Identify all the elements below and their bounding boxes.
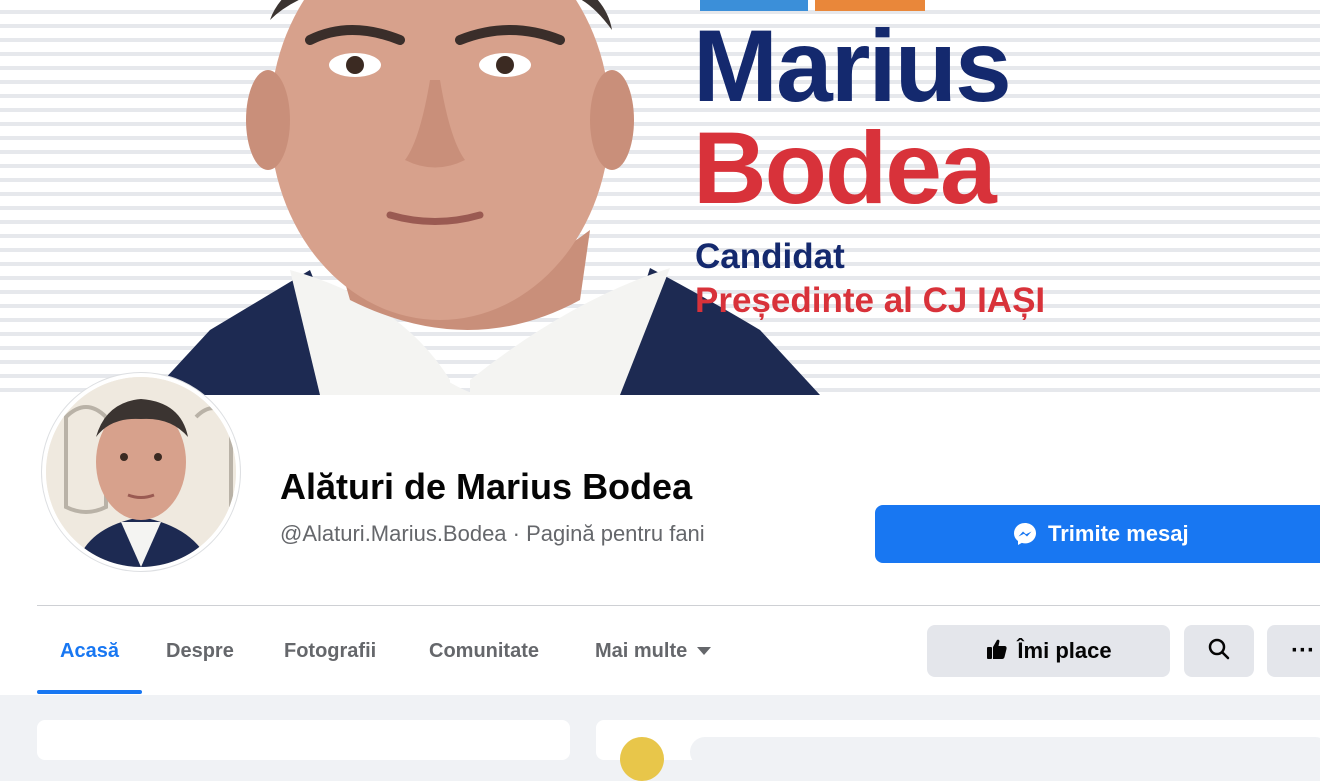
cover-last-name: Bodea [693,111,997,225]
send-message-button[interactable]: Trimite mesaj [875,505,1320,563]
tab-about[interactable]: Despre [166,636,234,666]
cover-candidate-text: Candidat [695,237,845,276]
more-options-button[interactable]: ··· [1267,625,1320,677]
cover-first-name: Marius [693,9,1012,123]
header-divider [37,605,1320,606]
tab-community[interactable]: Comunitate [429,636,539,666]
tab-more[interactable]: Mai multe [595,636,712,666]
tab-home[interactable]: Acasă [60,636,119,666]
composer-input[interactable] [690,737,1320,767]
avatar-portrait-image [46,377,236,567]
like-label: Îmi place [1017,638,1112,663]
intro-card [37,720,570,760]
cover-position-text: Președinte al CJ IAȘI [695,281,1046,320]
page-handle-category: @Alaturi.Marius.Bodea · Pagină pentru fa… [280,521,705,546]
search-icon [1207,637,1231,666]
profile-avatar[interactable] [42,373,240,571]
active-tab-indicator [37,690,142,694]
like-button[interactable]: Îmi place [927,625,1170,677]
more-dots-icon: ··· [1291,637,1315,664]
tab-photos[interactable]: Fotografii [284,636,376,666]
thumbs-up-icon [985,637,1009,666]
page-title: Alături de Marius Bodea [280,466,693,507]
send-message-label: Trimite mesaj [1048,521,1189,546]
tab-more-label: Mai multe [595,640,688,662]
composer-avatar [620,737,664,781]
cover-photo[interactable]: Marius Bodea Candidat Președinte al CJ I… [0,0,1320,395]
caret-down-icon [697,647,712,655]
messenger-icon [1012,521,1038,547]
search-button[interactable] [1184,625,1254,677]
